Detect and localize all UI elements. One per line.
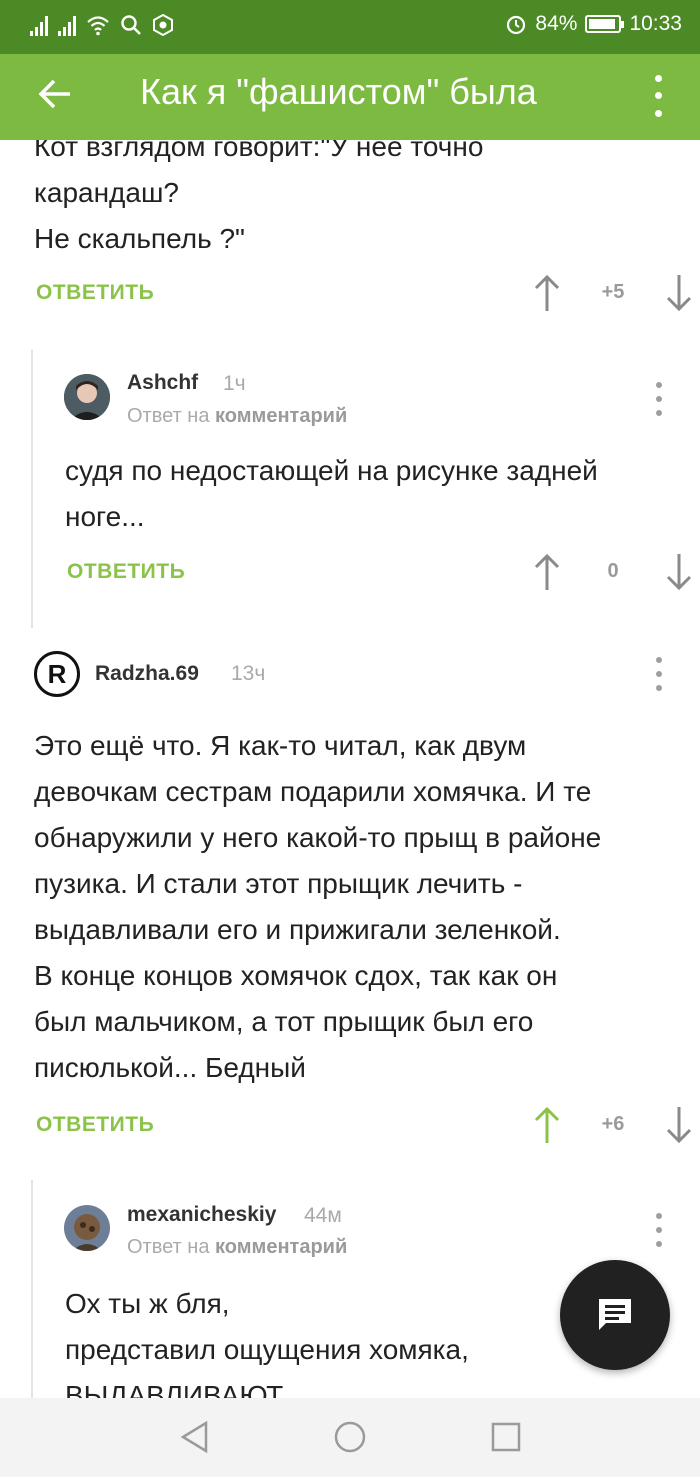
comment-time: 1ч bbox=[223, 372, 246, 395]
comment-score: 0 bbox=[607, 560, 619, 582]
signal-icon bbox=[58, 14, 76, 36]
comment-menu-icon[interactable] bbox=[654, 382, 664, 416]
comment-author[interactable]: Radzha.69 bbox=[95, 662, 199, 686]
upvote-arrow-icon[interactable] bbox=[533, 552, 561, 592]
battery-icon bbox=[585, 15, 625, 33]
avatar[interactable]: R bbox=[34, 651, 80, 697]
upvote-arrow-icon[interactable] bbox=[533, 1105, 561, 1145]
thread-line bbox=[31, 350, 33, 628]
downvote-arrow-icon[interactable] bbox=[665, 273, 693, 313]
upvote-arrow-icon[interactable] bbox=[533, 273, 561, 313]
comment-author[interactable]: Ashchf bbox=[127, 371, 198, 395]
page-title: Как я "фашистом" была bbox=[140, 71, 537, 112]
comment-text: Кот взглядом говорит:"У нее точно каранд… bbox=[34, 140, 484, 254]
avatar[interactable] bbox=[64, 374, 110, 420]
reply-button[interactable]: ОТВЕТИТЬ bbox=[67, 560, 185, 584]
more-vertical-icon[interactable] bbox=[646, 70, 670, 122]
vote-controls: +6 bbox=[533, 1105, 693, 1149]
comment-author[interactable]: mexanicheskiy bbox=[127, 1203, 276, 1227]
wifi-icon bbox=[87, 16, 109, 36]
downvote-arrow-icon[interactable] bbox=[665, 1105, 693, 1145]
downvote-arrow-icon[interactable] bbox=[665, 552, 693, 592]
comment-time: 13ч bbox=[231, 662, 266, 685]
comment-menu-icon[interactable] bbox=[654, 1213, 664, 1247]
home-circle-icon[interactable] bbox=[333, 1420, 367, 1454]
comments-list: Кот взглядом говорит:"У нее точно каранд… bbox=[0, 140, 700, 1398]
add-comment-button[interactable] bbox=[560, 1260, 670, 1370]
comment-menu-icon[interactable] bbox=[654, 657, 664, 691]
app-bar: Как я "фашистом" была bbox=[0, 54, 700, 140]
recents-square-icon[interactable] bbox=[489, 1420, 523, 1454]
reply-to-label: Ответ на комментарий bbox=[127, 405, 348, 427]
signal-icon bbox=[30, 14, 48, 36]
status-bar: 84% 10:33 bbox=[0, 0, 700, 54]
comment-text: судя по недостающей на рисунке задней но… bbox=[65, 455, 598, 532]
vote-controls: 0 bbox=[533, 552, 693, 596]
reply-to-link[interactable]: комментарий bbox=[215, 405, 347, 427]
comment-score: +5 bbox=[601, 281, 625, 303]
avatar[interactable] bbox=[64, 1205, 110, 1251]
app-icon bbox=[153, 14, 173, 36]
arrow-left-icon[interactable] bbox=[36, 74, 76, 114]
comment-score: +6 bbox=[601, 1113, 625, 1135]
vote-controls: +5 bbox=[533, 273, 693, 317]
comment-text: Это ещё что. Я как-то читал, как двум де… bbox=[34, 730, 602, 1083]
comment-time: 44м bbox=[304, 1204, 342, 1227]
status-icons-left bbox=[30, 14, 174, 36]
alarm-icon bbox=[507, 15, 526, 35]
back-triangle-icon[interactable] bbox=[178, 1420, 212, 1454]
comment-text: Ох ты ж бля, представил ощущения хомяка,… bbox=[65, 1288, 469, 1398]
search-icon bbox=[121, 15, 141, 35]
reply-to-link[interactable]: комментарий bbox=[215, 1236, 347, 1258]
thread-line bbox=[31, 1180, 33, 1398]
reply-button[interactable]: ОТВЕТИТЬ bbox=[36, 281, 154, 305]
comment-icon bbox=[599, 1299, 631, 1330]
reply-to-label: Ответ на комментарий bbox=[127, 1236, 348, 1258]
reply-button[interactable]: ОТВЕТИТЬ bbox=[36, 1113, 154, 1137]
battery-percent: 84% bbox=[535, 12, 578, 35]
svg-text:R: R bbox=[48, 659, 67, 689]
clock: 10:33 bbox=[629, 12, 682, 35]
status-icons-right: 84% 10:33 bbox=[505, 12, 682, 36]
navigation-bar bbox=[0, 1398, 700, 1477]
